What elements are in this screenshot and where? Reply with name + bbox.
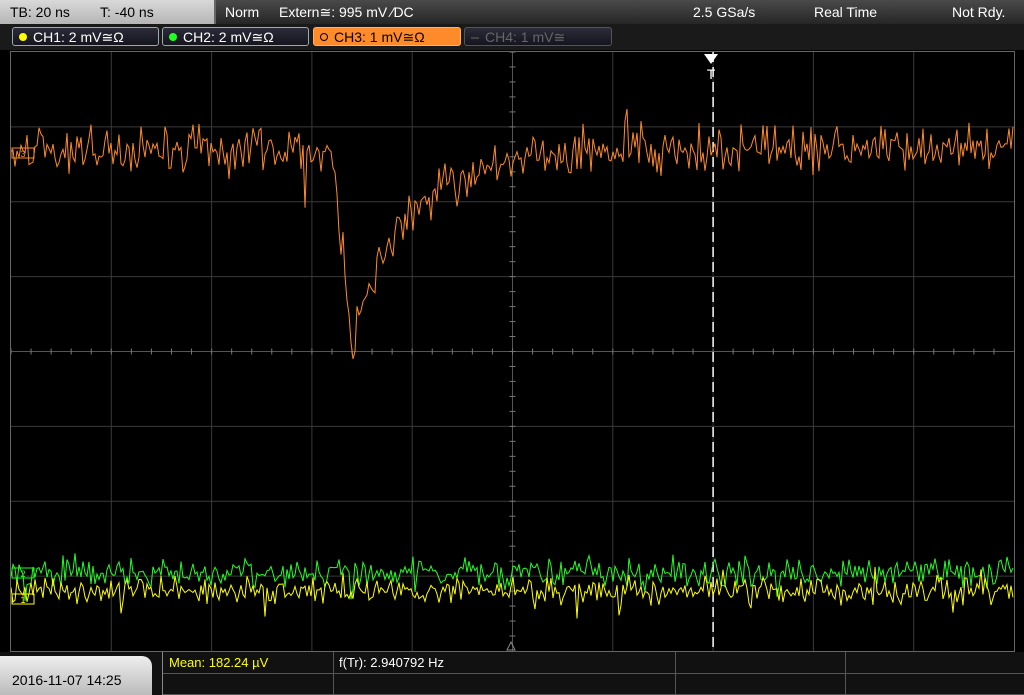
ch1-level-label: 1	[20, 595, 25, 605]
trigger-marker-label: T	[707, 66, 716, 82]
measurement-cell	[675, 673, 846, 694]
measurement-cell: f(Tr): 2.940792 Hz	[333, 652, 676, 673]
measurement-table[interactable]: Mean: 182.24 µV f(Tr): 2.940792 Hz	[162, 652, 1024, 695]
channel-tabs: CH1: 2 mV≅Ω CH2: 2 mV≅Ω CH3: 1 mV≅Ω CH4:…	[0, 24, 1024, 50]
waveform-display[interactable]: T 3 2 1	[10, 51, 1015, 652]
channel-tab-ch3[interactable]: CH3: 1 mV≅Ω	[313, 27, 461, 46]
measurement-row	[163, 673, 1024, 695]
measurement-row: Mean: 182.24 µV f(Tr): 2.940792 Hz	[163, 652, 1024, 674]
ch1-indicator-icon	[19, 33, 27, 41]
ch4-indicator-icon	[471, 37, 479, 39]
ch3-level-label: 3	[20, 149, 25, 159]
measurement-cell	[333, 673, 676, 694]
waveform-svg: T 3 2 1	[10, 51, 1014, 651]
channel-tab-ch2[interactable]: CH2: 2 mV≅Ω	[162, 27, 309, 46]
measurement-cell	[675, 652, 846, 673]
measurement-cell: Mean: 182.24 µV	[163, 652, 334, 673]
ch3-indicator-icon	[320, 33, 328, 41]
measurement-cell	[845, 652, 1024, 673]
measurement-cell	[163, 673, 334, 694]
trigger-panel[interactable]: Norm Extern≅: 995 mV ∕DC 2.5 GSa/s Real …	[216, 0, 1024, 25]
mean-measurement: Mean: 182.24 µV	[169, 655, 269, 670]
center-marker-icon	[506, 640, 516, 651]
acquisition-state: Not Rdy.	[952, 4, 1006, 20]
acquisition-mode: Real Time	[814, 4, 878, 20]
grid	[10, 51, 1014, 651]
channel-tab-label: CH3: 1 mV≅Ω	[334, 29, 425, 45]
trigger-time-readout: T: -40 ns	[100, 4, 154, 20]
channel-tab-ch4[interactable]: CH4: 1 mV≅	[464, 27, 612, 46]
sample-rate: 2.5 GSa/s	[693, 4, 756, 20]
trigger-source: Extern≅: 995 mV ∕DC	[279, 4, 414, 20]
channel-tab-label: CH1: 2 mV≅Ω	[33, 29, 124, 45]
date-time: 2016-11-07 14:25	[12, 672, 122, 688]
ch2-indicator-icon	[169, 33, 177, 41]
date-time-box: 2016-11-07 14:25	[0, 656, 152, 695]
measurement-cell	[845, 673, 1024, 694]
timebase-panel[interactable]: TB: 20 ns T: -40 ns	[0, 0, 216, 24]
ch2-level-label: 2	[20, 569, 25, 579]
channel-tab-label: CH4: 1 mV≅	[485, 29, 566, 45]
channel-tab-ch1[interactable]: CH1: 2 mV≅Ω	[12, 27, 159, 46]
timebase-readout: TB: 20 ns	[10, 4, 70, 20]
channel-tab-label: CH2: 2 mV≅Ω	[183, 29, 274, 45]
frequency-measurement: f(Tr): 2.940792 Hz	[339, 655, 445, 670]
trigger-mode: Norm	[225, 4, 260, 20]
trigger-arrow-icon[interactable]	[704, 54, 718, 64]
